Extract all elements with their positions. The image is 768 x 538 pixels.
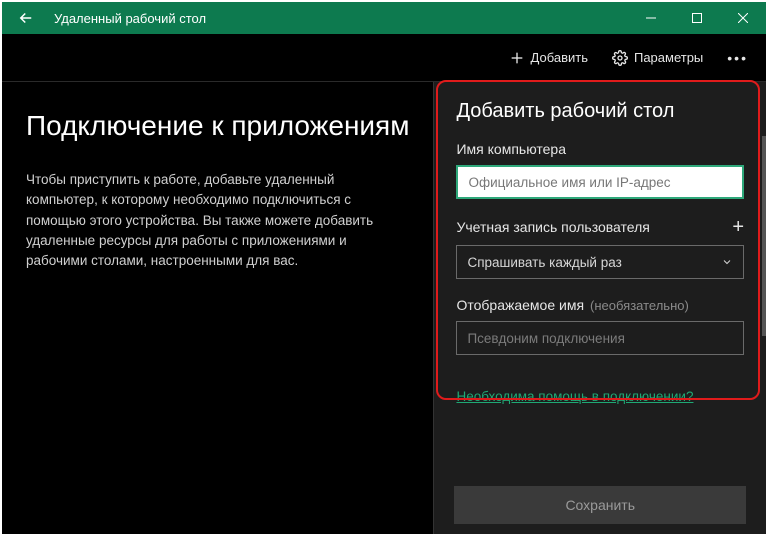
toolbar: Добавить Параметры •••	[2, 34, 766, 82]
computer-name-input[interactable]	[456, 165, 744, 199]
minimize-button[interactable]	[628, 2, 674, 34]
main-area: Подключение к приложениям Чтобы приступи…	[2, 82, 433, 534]
display-name-input[interactable]	[456, 321, 744, 355]
back-button[interactable]	[2, 2, 50, 34]
display-optional: (необязательно)	[590, 298, 689, 313]
chevron-down-icon	[721, 256, 733, 268]
close-button[interactable]	[720, 2, 766, 34]
add-desktop-panel: Добавить рабочий стол Имя компьютера Уче…	[433, 82, 766, 534]
page-body: Чтобы приступить к работе, добавьте удал…	[26, 170, 406, 271]
maximize-button[interactable]	[674, 2, 720, 34]
display-name-label: Отображаемое имя	[456, 297, 584, 313]
help-link[interactable]: Необходима помощь в подключении?	[456, 389, 744, 404]
more-button[interactable]: •••	[717, 50, 758, 66]
account-label: Учетная запись пользователя	[456, 219, 649, 235]
add-label: Добавить	[531, 50, 588, 65]
window-title: Удаленный рабочий стол	[50, 11, 628, 26]
account-value: Спрашивать каждый раз	[467, 255, 621, 270]
save-button[interactable]: Сохранить	[454, 486, 746, 524]
settings-button[interactable]: Параметры	[602, 44, 713, 72]
computer-name-label: Имя компьютера	[456, 141, 744, 157]
scrollbar[interactable]	[762, 136, 766, 336]
panel-title: Добавить рабочий стол	[456, 100, 744, 123]
page-heading: Подключение к приложениям	[26, 110, 409, 142]
add-account-button[interactable]: +	[732, 217, 744, 237]
settings-label: Параметры	[634, 50, 703, 65]
add-button[interactable]: Добавить	[499, 44, 598, 72]
titlebar: Удаленный рабочий стол	[2, 2, 766, 34]
account-select[interactable]: Спрашивать каждый раз	[456, 245, 744, 279]
